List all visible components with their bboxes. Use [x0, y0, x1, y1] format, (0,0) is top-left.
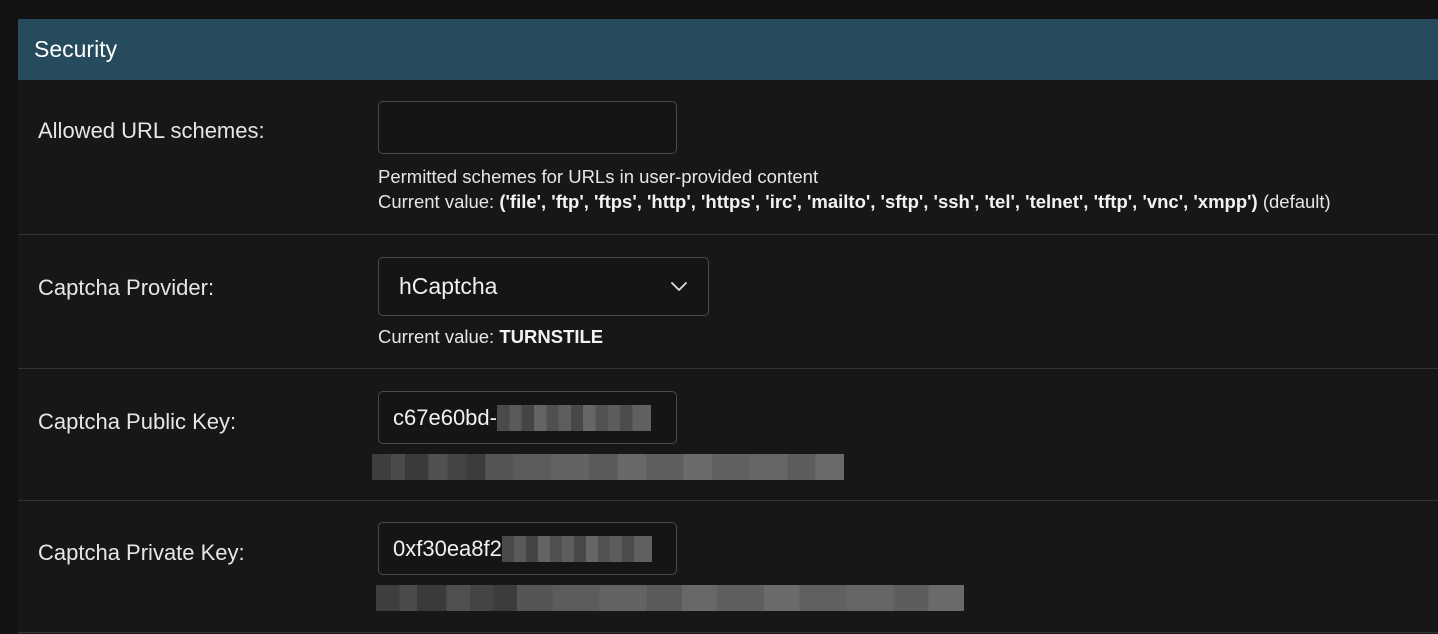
allowed-url-schemes-current: Current value: ('file', 'ftp', 'ftps', '…: [378, 189, 1331, 214]
current-value-suffix: (default): [1262, 191, 1331, 212]
captcha-provider-select[interactable]: hCaptcha: [378, 257, 709, 316]
redacted-help-text: [372, 454, 844, 480]
captcha-provider-selected: hCaptcha: [399, 273, 498, 299]
allowed-url-schemes-label: Allowed URL schemes:: [38, 118, 265, 143]
allowed-url-schemes-input[interactable]: [378, 101, 677, 154]
redacted-value: [501, 535, 652, 562]
captcha-private-key-label: Captcha Private Key:: [38, 540, 245, 565]
captcha-private-key-value: 0xf30ea8f2: [393, 535, 502, 561]
section-header: Security: [18, 19, 1438, 80]
redacted-help-text: [376, 585, 964, 611]
captcha-public-key-label: Captcha Public Key:: [38, 409, 237, 434]
captcha-public-key-input[interactable]: c67e60bd-: [378, 391, 677, 444]
captcha-public-key-row: Captcha Public Key: c67e60bd-: [18, 369, 1438, 501]
allowed-url-schemes-row: Allowed URL schemes: Permitted schemes f…: [18, 80, 1438, 235]
chevron-down-icon: [670, 278, 688, 296]
captcha-private-key-row: Captcha Private Key: 0xf30ea8f2: [18, 501, 1438, 633]
redacted-value: [496, 404, 651, 431]
allowed-url-schemes-description: Permitted schemes for URLs in user-provi…: [378, 166, 819, 187]
current-value-prefix: Current value:: [378, 326, 495, 347]
current-value: TURNSTILE: [499, 326, 604, 347]
current-value: ('file', 'ftp', 'ftps', 'http', 'https',…: [499, 191, 1258, 212]
captcha-private-key-input[interactable]: 0xf30ea8f2: [378, 522, 677, 575]
captcha-provider-label: Captcha Provider:: [38, 275, 215, 300]
section-title: Security: [34, 36, 118, 62]
captcha-provider-current: Current value: TURNSTILE: [378, 324, 603, 349]
current-value-prefix: Current value:: [378, 191, 495, 212]
captcha-public-key-value: c67e60bd-: [393, 404, 497, 430]
captcha-provider-row: Captcha Provider: hCaptcha Current value…: [18, 235, 1438, 369]
allowed-url-schemes-help: Permitted schemes for URLs in user-provi…: [378, 164, 1331, 214]
security-panel: Security Allowed URL schemes: Permitted …: [18, 19, 1438, 634]
